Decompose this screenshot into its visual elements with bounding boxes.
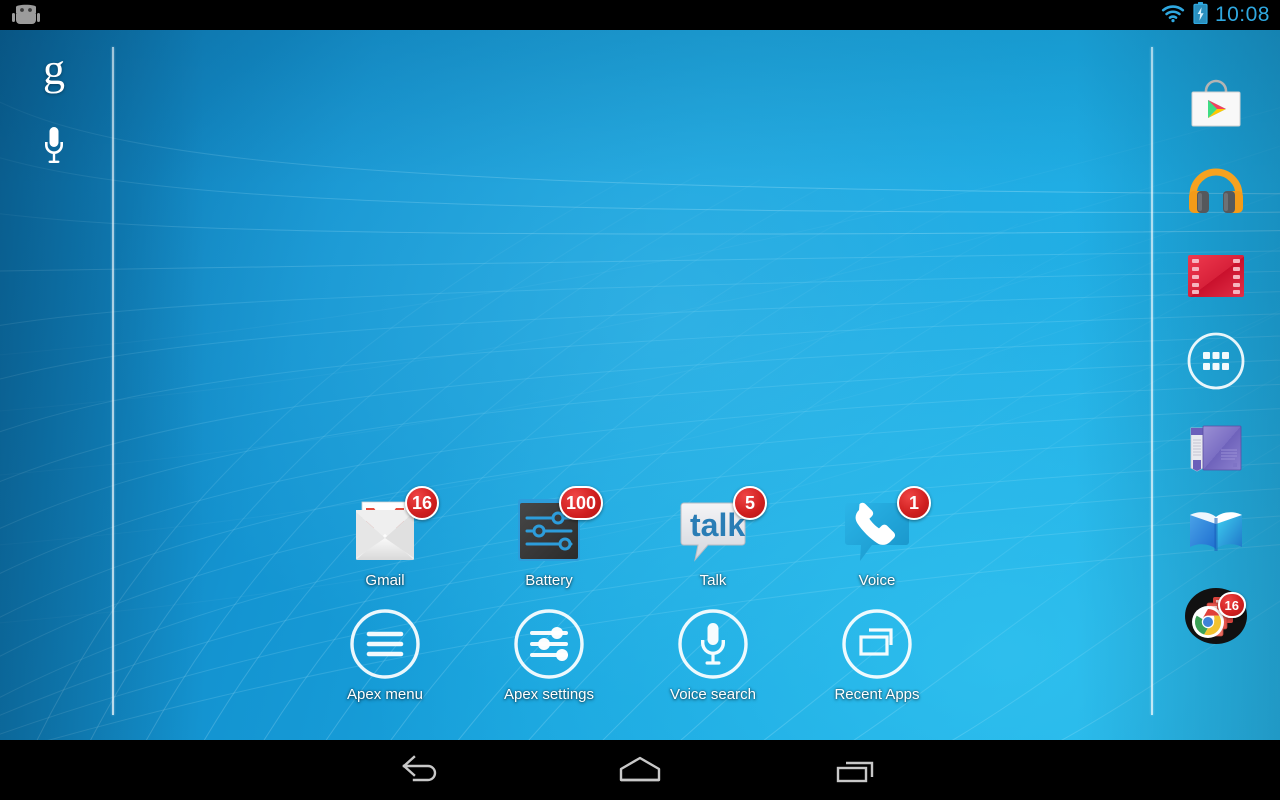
gmail-icon[interactable]: 16 xyxy=(315,486,455,568)
recents-icon[interactable] xyxy=(812,740,902,800)
right-divider xyxy=(1151,47,1153,715)
app-label: Battery xyxy=(525,572,573,589)
app-apex-menu[interactable]: Apex menu xyxy=(315,606,455,703)
app-label: Recent Apps xyxy=(834,686,920,703)
app-recent-apps[interactable]: Recent Apps xyxy=(807,606,947,703)
status-bar-clock[interactable]: 10:08 xyxy=(1215,0,1270,30)
microphone-icon[interactable] xyxy=(30,122,78,170)
dock-item-play-magazines[interactable] xyxy=(1184,418,1248,478)
dock-item-play-store[interactable] xyxy=(1184,78,1248,138)
wifi-icon[interactable] xyxy=(1160,3,1186,28)
app-voice-search[interactable]: Voice search xyxy=(643,606,783,703)
navigation-bar xyxy=(0,740,1280,800)
dock-item-play-movies[interactable] xyxy=(1184,248,1248,308)
badge-count: 16 xyxy=(404,486,439,520)
recents-icon[interactable] xyxy=(807,606,947,682)
play-music-icon xyxy=(1185,165,1247,222)
home-screen-grid: 16 Gmail 100 Battery talk 5 Talk 1 Voice… xyxy=(112,30,1151,740)
dock-item-all-apps[interactable] xyxy=(1184,331,1248,396)
battery-settings-icon[interactable]: 100 xyxy=(479,486,619,568)
dock-item-chrome-folder[interactable]: 16 xyxy=(1184,587,1248,648)
home-icon[interactable] xyxy=(595,740,685,800)
app-gmail[interactable]: 16 Gmail xyxy=(315,486,455,589)
google-search-bar: g xyxy=(0,30,112,740)
microphone-icon[interactable] xyxy=(643,606,783,682)
app-label: Voice xyxy=(858,572,896,589)
status-bar-right-cluster[interactable]: 10:08 xyxy=(1160,0,1270,30)
app-apex-settings[interactable]: Apex settings xyxy=(479,606,619,703)
play-books-icon xyxy=(1185,505,1247,562)
app-battery[interactable]: 100 Battery xyxy=(479,486,619,589)
battery-charging-icon[interactable] xyxy=(1193,1,1208,29)
app-label: Voice search xyxy=(670,686,756,703)
google-g-icon[interactable]: g xyxy=(30,46,78,94)
badge-count: 1 xyxy=(897,486,931,520)
chrome-folder-icon: 16 xyxy=(1183,583,1249,654)
play-store-icon xyxy=(1186,78,1246,139)
dock-item-play-books[interactable] xyxy=(1184,503,1248,563)
play-movies-icon xyxy=(1186,253,1246,304)
sliders-icon[interactable] xyxy=(479,606,619,682)
favorites-dock: 16 xyxy=(1176,78,1256,648)
app-drawer-icon xyxy=(1186,331,1246,396)
talk-icon[interactable]: talk 5 xyxy=(643,486,783,568)
app-label: Apex menu xyxy=(347,686,423,703)
app-voice[interactable]: 1 Voice xyxy=(807,486,947,589)
app-label: Gmail xyxy=(365,572,405,589)
android-home-screen: 10:08 g 16 Gmail 100 Battery talk 5 Talk… xyxy=(0,0,1280,800)
app-talk[interactable]: talk 5 Talk xyxy=(643,486,783,589)
app-label: Talk xyxy=(699,572,727,589)
play-magazines-icon xyxy=(1185,418,1247,479)
badge-count: 16 xyxy=(1217,592,1246,618)
voice-icon[interactable]: 1 xyxy=(807,486,947,568)
badge-count: 5 xyxy=(733,486,767,520)
back-icon[interactable] xyxy=(378,740,468,800)
badge-count: 100 xyxy=(558,486,603,520)
android-robot-icon xyxy=(12,4,40,26)
status-bar[interactable]: 10:08 xyxy=(0,0,1280,30)
dock-item-play-music[interactable] xyxy=(1184,163,1248,223)
hamburger-menu-icon[interactable] xyxy=(315,606,455,682)
app-label: Apex settings xyxy=(503,686,595,703)
